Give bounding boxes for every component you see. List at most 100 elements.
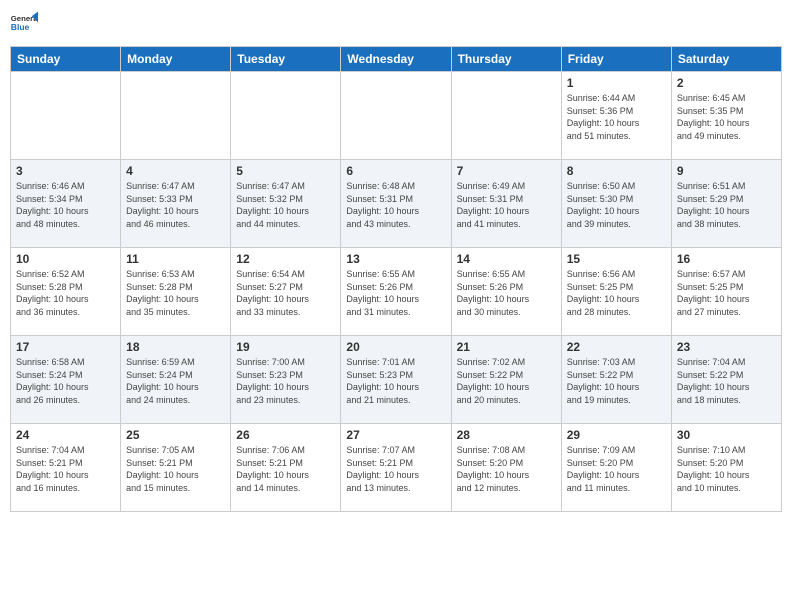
calendar-cell: 29Sunrise: 7:09 AM Sunset: 5:20 PM Dayli… (561, 424, 671, 512)
calendar-cell (231, 72, 341, 160)
day-info: Sunrise: 6:45 AM Sunset: 5:35 PM Dayligh… (677, 92, 776, 142)
calendar-cell: 26 Sunrise: 7:06 AM Sunset: 5:21 PM Dayli… (231, 424, 341, 512)
calendar-cell: 25 Sunrise: 7:05 AM Sunset: 5:21 PM Dayli… (121, 424, 231, 512)
day-number: 7 (457, 164, 556, 178)
weekday-header: Wednesday (341, 47, 451, 72)
day-info: Sunrise: 6:44 AM Sunset: 5:36 PM Dayligh… (567, 92, 666, 142)
day-number: 17 (16, 340, 115, 354)
day-info: Sunrise: 7:08 AM Sunset: 5:20 PM Dayligh… (457, 444, 556, 494)
day-number: 3 (16, 164, 115, 178)
day-number: 26 (236, 428, 335, 442)
day-info: Sunrise: 7:07 AM Sunset: 5:21 PM Dayligh… (346, 444, 445, 494)
weekday-header: Thursday (451, 47, 561, 72)
day-info: Sunrise: 6:55 AM Sunset: 5:26 PM Dayligh… (346, 268, 445, 318)
day-number: 13 (346, 252, 445, 266)
day-number: 22 (567, 340, 666, 354)
day-number: 1 (567, 76, 666, 90)
day-info: Sunrise: 6:47 AM Sunset: 5:33 PM Dayligh… (126, 180, 225, 230)
day-info: Sunrise: 6:50 AM Sunset: 5:30 PM Dayligh… (567, 180, 666, 230)
weekday-header: Monday (121, 47, 231, 72)
day-number: 18 (126, 340, 225, 354)
calendar-week-row: 17 Sunrise: 6:58 AM Sunset: 5:24 PM Dayli… (11, 336, 782, 424)
day-number: 6 (346, 164, 445, 178)
day-info: Sunrise: 6:51 AM Sunset: 5:29 PM Dayligh… (677, 180, 776, 230)
calendar-cell: 22 Sunrise: 7:03 AM Sunset: 5:22 PM Dayli… (561, 336, 671, 424)
calendar-cell: 20 Sunrise: 7:01 AM Sunset: 5:23 PM Dayli… (341, 336, 451, 424)
day-info: Sunrise: 6:46 AM Sunset: 5:34 PM Dayligh… (16, 180, 115, 230)
calendar-week-row: 10 Sunrise: 6:52 AM Sunset: 5:28 PM Dayli… (11, 248, 782, 336)
calendar-cell: 11 Sunrise: 6:53 AM Sunset: 5:28 PM Dayli… (121, 248, 231, 336)
logo: General Blue (10, 10, 38, 38)
day-number: 20 (346, 340, 445, 354)
calendar-cell: 19Sunrise: 7:00 AM Sunset: 5:23 PM Dayli… (231, 336, 341, 424)
day-info: Sunrise: 6:58 AM Sunset: 5:24 PM Dayligh… (16, 356, 115, 406)
calendar-cell: 15Sunrise: 6:56 AM Sunset: 5:25 PM Dayli… (561, 248, 671, 336)
calendar-cell (341, 72, 451, 160)
day-info: Sunrise: 6:57 AM Sunset: 5:25 PM Dayligh… (677, 268, 776, 318)
day-info: Sunrise: 6:47 AM Sunset: 5:32 PM Dayligh… (236, 180, 335, 230)
day-number: 23 (677, 340, 776, 354)
day-number: 25 (126, 428, 225, 442)
day-number: 2 (677, 76, 776, 90)
day-number: 4 (126, 164, 225, 178)
day-number: 8 (567, 164, 666, 178)
day-number: 29 (567, 428, 666, 442)
day-number: 24 (16, 428, 115, 442)
calendar-cell: 1 Sunrise: 6:44 AM Sunset: 5:36 PM Daylig… (561, 72, 671, 160)
day-info: Sunrise: 7:05 AM Sunset: 5:21 PM Dayligh… (126, 444, 225, 494)
day-number: 12 (236, 252, 335, 266)
calendar-cell: 18 Sunrise: 6:59 AM Sunset: 5:24 PM Dayli… (121, 336, 231, 424)
day-number: 19 (236, 340, 335, 354)
calendar-cell: 17 Sunrise: 6:58 AM Sunset: 5:24 PM Dayli… (11, 336, 121, 424)
day-info: Sunrise: 6:53 AM Sunset: 5:28 PM Dayligh… (126, 268, 225, 318)
calendar-cell: 23 Sunrise: 7:04 AM Sunset: 5:22 PM Dayli… (671, 336, 781, 424)
svg-text:Blue: Blue (11, 22, 30, 32)
day-number: 10 (16, 252, 115, 266)
weekday-header: Friday (561, 47, 671, 72)
day-info: Sunrise: 7:10 AM Sunset: 5:20 PM Dayligh… (677, 444, 776, 494)
day-info: Sunrise: 6:52 AM Sunset: 5:28 PM Dayligh… (16, 268, 115, 318)
calendar-cell: 21 Sunrise: 7:02 AM Sunset: 5:22 PM Dayli… (451, 336, 561, 424)
calendar-cell: 12Sunrise: 6:54 AM Sunset: 5:27 PM Dayli… (231, 248, 341, 336)
day-info: Sunrise: 7:01 AM Sunset: 5:23 PM Dayligh… (346, 356, 445, 406)
calendar-table: SundayMondayTuesdayWednesdayThursdayFrid… (10, 46, 782, 512)
logo-icon: General Blue (10, 10, 38, 38)
calendar-cell (121, 72, 231, 160)
day-number: 11 (126, 252, 225, 266)
calendar-cell: 9 Sunrise: 6:51 AM Sunset: 5:29 PM Daylig… (671, 160, 781, 248)
calendar-cell: 10 Sunrise: 6:52 AM Sunset: 5:28 PM Dayli… (11, 248, 121, 336)
day-info: Sunrise: 6:49 AM Sunset: 5:31 PM Dayligh… (457, 180, 556, 230)
day-info: Sunrise: 7:06 AM Sunset: 5:21 PM Dayligh… (236, 444, 335, 494)
calendar-cell (451, 72, 561, 160)
calendar-cell: 2 Sunrise: 6:45 AM Sunset: 5:35 PM Daylig… (671, 72, 781, 160)
calendar-cell: 4 Sunrise: 6:47 AM Sunset: 5:33 PM Daylig… (121, 160, 231, 248)
day-info: Sunrise: 7:04 AM Sunset: 5:21 PM Dayligh… (16, 444, 115, 494)
day-number: 5 (236, 164, 335, 178)
calendar-cell: 6 Sunrise: 6:48 AM Sunset: 5:31 PM Daylig… (341, 160, 451, 248)
calendar-cell: 8 Sunrise: 6:50 AM Sunset: 5:30 PM Daylig… (561, 160, 671, 248)
calendar-cell: 27Sunrise: 7:07 AM Sunset: 5:21 PM Dayli… (341, 424, 451, 512)
calendar-week-row: 3 Sunrise: 6:46 AM Sunset: 5:34 PM Daylig… (11, 160, 782, 248)
day-info: Sunrise: 7:04 AM Sunset: 5:22 PM Dayligh… (677, 356, 776, 406)
day-info: Sunrise: 6:55 AM Sunset: 5:26 PM Dayligh… (457, 268, 556, 318)
calendar-cell: 14Sunrise: 6:55 AM Sunset: 5:26 PM Dayli… (451, 248, 561, 336)
day-number: 21 (457, 340, 556, 354)
calendar-cell: 28Sunrise: 7:08 AM Sunset: 5:20 PM Dayli… (451, 424, 561, 512)
day-info: Sunrise: 7:02 AM Sunset: 5:22 PM Dayligh… (457, 356, 556, 406)
day-number: 9 (677, 164, 776, 178)
page-header: General Blue (10, 10, 782, 38)
calendar-header-row: SundayMondayTuesdayWednesdayThursdayFrid… (11, 47, 782, 72)
weekday-header: Saturday (671, 47, 781, 72)
calendar-week-row: 1 Sunrise: 6:44 AM Sunset: 5:36 PM Daylig… (11, 72, 782, 160)
calendar-cell: 3 Sunrise: 6:46 AM Sunset: 5:34 PM Daylig… (11, 160, 121, 248)
day-info: Sunrise: 7:03 AM Sunset: 5:22 PM Dayligh… (567, 356, 666, 406)
calendar-cell: 7 Sunrise: 6:49 AM Sunset: 5:31 PM Daylig… (451, 160, 561, 248)
weekday-header: Sunday (11, 47, 121, 72)
calendar-cell (11, 72, 121, 160)
calendar-cell: 5 Sunrise: 6:47 AM Sunset: 5:32 PM Daylig… (231, 160, 341, 248)
day-info: Sunrise: 6:48 AM Sunset: 5:31 PM Dayligh… (346, 180, 445, 230)
day-info: Sunrise: 6:59 AM Sunset: 5:24 PM Dayligh… (126, 356, 225, 406)
weekday-header: Tuesday (231, 47, 341, 72)
day-info: Sunrise: 6:56 AM Sunset: 5:25 PM Dayligh… (567, 268, 666, 318)
day-number: 30 (677, 428, 776, 442)
